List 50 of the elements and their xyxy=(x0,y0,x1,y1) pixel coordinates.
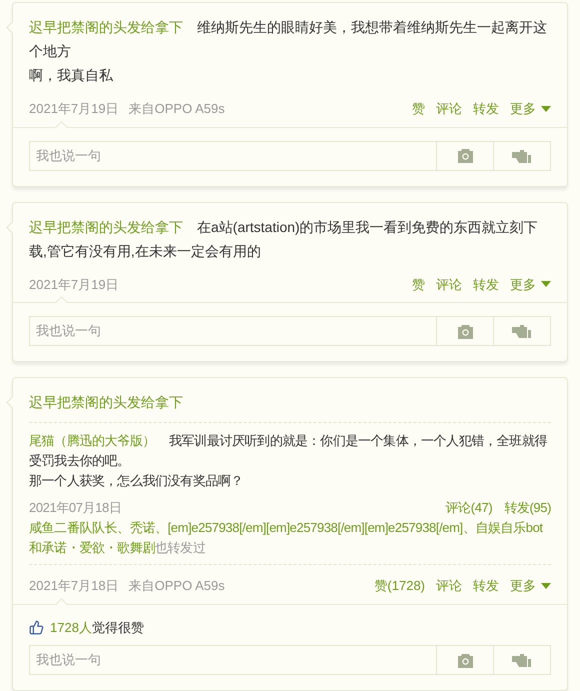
gesture-button[interactable] xyxy=(494,316,551,346)
gesture-button[interactable] xyxy=(494,645,551,675)
action-link[interactable]: 赞 xyxy=(412,99,425,118)
action-link[interactable]: 评论 xyxy=(436,274,462,294)
action-link[interactable]: 赞(1728) xyxy=(374,576,425,596)
camera-icon xyxy=(456,652,474,668)
post-text: 啊，我真自私 xyxy=(29,66,114,85)
post-date: 2021年7月18日 xyxy=(29,577,119,595)
original-text: 那一个人获奖，怎么我们没有奖品啊？ xyxy=(29,472,244,490)
action-link[interactable]: 转发 xyxy=(473,576,499,596)
pointing-hand-icon xyxy=(512,148,532,162)
action-link[interactable]: 转发 xyxy=(473,99,499,118)
photo-button[interactable] xyxy=(437,316,494,346)
comment-field[interactable]: 我也说一句 xyxy=(29,316,437,346)
action-link[interactable]: 转发 xyxy=(473,274,499,294)
original-author-link[interactable]: 尾猫（腾迅的大爷版） xyxy=(29,433,156,448)
likes-text: 1728人觉得很赞 xyxy=(50,618,144,636)
more-menu[interactable]: 更多 xyxy=(510,576,551,596)
forwarders-text: 咸鱼二番队队长、秃诺、[em]e257938[/em][em]e257938[/em][em]e257938[/em]、自娱自乐bot和承诺・爱欲・歌舞剧也转发过 xyxy=(29,519,544,557)
action-link[interactable]: 评论 xyxy=(436,576,462,596)
more-menu[interactable]: 更多 xyxy=(510,274,551,294)
author-link[interactable]: 迟早把禁阁的头发给拿下 xyxy=(29,218,183,234)
pointing-hand-icon xyxy=(512,653,532,667)
post-date: 2021年7月19日 xyxy=(29,276,119,294)
stat-link[interactable]: 评论(47) xyxy=(446,498,492,518)
camera-icon xyxy=(456,324,474,338)
post-text: 迟早把禁阁的头发给拿下 维纳斯先生的眼睛好美，我想带着维纳斯先生一起离开这个地方 xyxy=(29,18,548,61)
caret-icon xyxy=(541,582,551,589)
camera-icon xyxy=(456,148,474,163)
thumbs-up-icon xyxy=(29,620,44,635)
gesture-button[interactable] xyxy=(494,140,551,170)
photo-button[interactable] xyxy=(437,645,494,675)
author-link[interactable]: 迟早把禁阁的头发给拿下 xyxy=(29,390,183,414)
original-text: 尾猫（腾迅的大爷版） 我军训最讨厌听到的就是：你们是一个集体，一个人犯错，全班就得受罚我去你的吧。 xyxy=(29,432,548,470)
post-date: 2021年7月19日 xyxy=(29,100,119,118)
photo-button[interactable] xyxy=(437,140,494,170)
comment-field[interactable]: 我也说一句 xyxy=(29,645,437,675)
comment-field[interactable]: 我也说一句 xyxy=(29,140,437,170)
pointing-hand-icon xyxy=(512,324,532,338)
post-text: 迟早把禁阁的头发给拿下 在a站(artstation)的市场里我一看到免费的东西就立刻下载,管它有没有用,在未来一定会有用的 xyxy=(29,218,539,260)
more-menu[interactable]: 更多 xyxy=(510,99,551,118)
action-link[interactable]: 赞 xyxy=(412,274,425,294)
post-source: 来自OPPO A59s xyxy=(128,577,225,595)
caret-icon xyxy=(541,106,551,112)
stat-link[interactable]: 转发(95) xyxy=(504,498,551,518)
author-link[interactable]: 迟早把禁阁的头发给拿下 xyxy=(29,19,183,35)
action-link[interactable]: 评论 xyxy=(436,99,462,118)
original-date: 2021年07月18日 xyxy=(29,499,122,517)
caret-icon xyxy=(541,281,551,288)
post-source: 来自OPPO A59s xyxy=(128,100,225,118)
